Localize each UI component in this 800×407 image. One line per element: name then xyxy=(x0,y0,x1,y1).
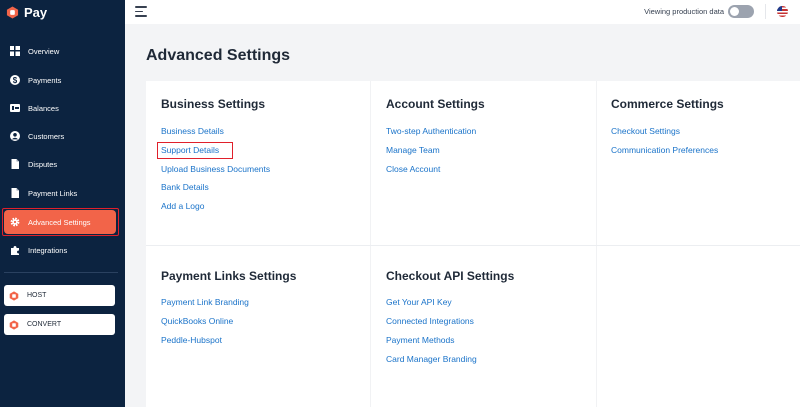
wallet-icon xyxy=(10,103,20,113)
card-manager-branding-link[interactable]: Card Manager Branding xyxy=(386,354,477,364)
sidebar-item-label: Integrations xyxy=(28,245,68,255)
sidebar-item-label: Customers xyxy=(28,131,65,141)
account-settings-title: Account Settings xyxy=(386,97,485,111)
hamburger-menu-icon[interactable] xyxy=(135,6,147,17)
sidebar-item-label: Disputes xyxy=(28,159,58,169)
document-icon xyxy=(10,159,20,169)
manage-team-link[interactable]: Manage Team xyxy=(386,145,440,155)
add-logo-link[interactable]: Add a Logo xyxy=(161,201,204,211)
host-logo-icon xyxy=(9,290,19,301)
sidebar-item-integrations[interactable]: Integrations xyxy=(4,238,116,262)
grid-icon xyxy=(10,46,20,56)
sidebar-item-disputes[interactable]: Disputes xyxy=(4,152,116,176)
brand-logo-icon xyxy=(6,6,19,19)
us-flag-icon[interactable] xyxy=(777,6,788,17)
checkout-api-settings-title: Checkout API Settings xyxy=(386,269,515,283)
communication-preferences-link[interactable]: Communication Preferences xyxy=(611,145,718,155)
upload-business-documents-link[interactable]: Upload Business Documents xyxy=(161,164,270,174)
active-item-highlight xyxy=(2,208,119,236)
column-divider xyxy=(370,81,371,407)
topbar-divider xyxy=(765,4,766,19)
app-button-label: HOST xyxy=(27,292,47,299)
app-button-label: CONVERT xyxy=(27,321,62,328)
brand[interactable]: Pay xyxy=(6,5,47,20)
sidebar-item-label: Overview xyxy=(28,46,60,56)
payment-methods-link[interactable]: Payment Methods xyxy=(386,335,455,345)
checkout-settings-link[interactable]: Checkout Settings xyxy=(611,126,680,136)
two-step-authentication-link[interactable]: Two-step Authentication xyxy=(386,126,476,136)
sidebar-item-customers[interactable]: Customers xyxy=(4,124,116,148)
quickbooks-online-link[interactable]: QuickBooks Online xyxy=(161,316,233,326)
top-bar: Viewing production data xyxy=(125,0,800,24)
production-data-toggle[interactable] xyxy=(728,5,754,18)
sidebar-item-balances[interactable]: Balances xyxy=(4,96,116,120)
close-account-link[interactable]: Close Account xyxy=(386,164,440,174)
user-icon xyxy=(10,131,20,141)
production-data-label: Viewing production data xyxy=(644,7,724,16)
brand-name: Pay xyxy=(24,5,48,20)
business-details-link[interactable]: Business Details xyxy=(161,126,224,136)
app-button-convert[interactable]: CONVERT xyxy=(4,314,115,335)
app-button-host[interactable]: HOST xyxy=(4,285,115,306)
page-title: Advanced Settings xyxy=(146,47,291,64)
payment-link-branding-link[interactable]: Payment Link Branding xyxy=(161,297,249,307)
sidebar-item-label: Payments xyxy=(28,75,62,85)
document-icon xyxy=(10,188,20,198)
puzzle-icon xyxy=(10,245,20,255)
get-api-key-link[interactable]: Get Your API Key xyxy=(386,297,452,307)
dollar-icon: $ xyxy=(10,75,20,85)
payment-links-settings-title: Payment Links Settings xyxy=(161,269,297,283)
sidebar-item-payments[interactable]: $ Payments xyxy=(4,68,116,92)
peddle-hubspot-link[interactable]: Peddle-Hubspot xyxy=(161,335,222,345)
commerce-settings-title: Commerce Settings xyxy=(611,97,724,111)
connected-integrations-link[interactable]: Connected Integrations xyxy=(386,316,474,326)
svg-text:$: $ xyxy=(13,76,18,85)
business-settings-title: Business Settings xyxy=(161,97,266,111)
bank-details-link[interactable]: Bank Details xyxy=(161,182,209,192)
sidebar-item-overview[interactable]: Overview xyxy=(4,39,116,63)
sidebar-item-label: Balances xyxy=(28,103,59,113)
sidebar: Pay Overview $ Payments Balances Custome… xyxy=(0,0,125,407)
support-details-highlight xyxy=(157,142,233,159)
sidebar-item-payment-links[interactable]: Payment Links xyxy=(4,181,116,205)
sidebar-divider xyxy=(4,272,118,273)
convert-logo-icon xyxy=(9,319,19,330)
row-divider xyxy=(146,245,800,246)
sidebar-item-label: Payment Links xyxy=(28,188,78,198)
column-divider xyxy=(596,81,597,407)
